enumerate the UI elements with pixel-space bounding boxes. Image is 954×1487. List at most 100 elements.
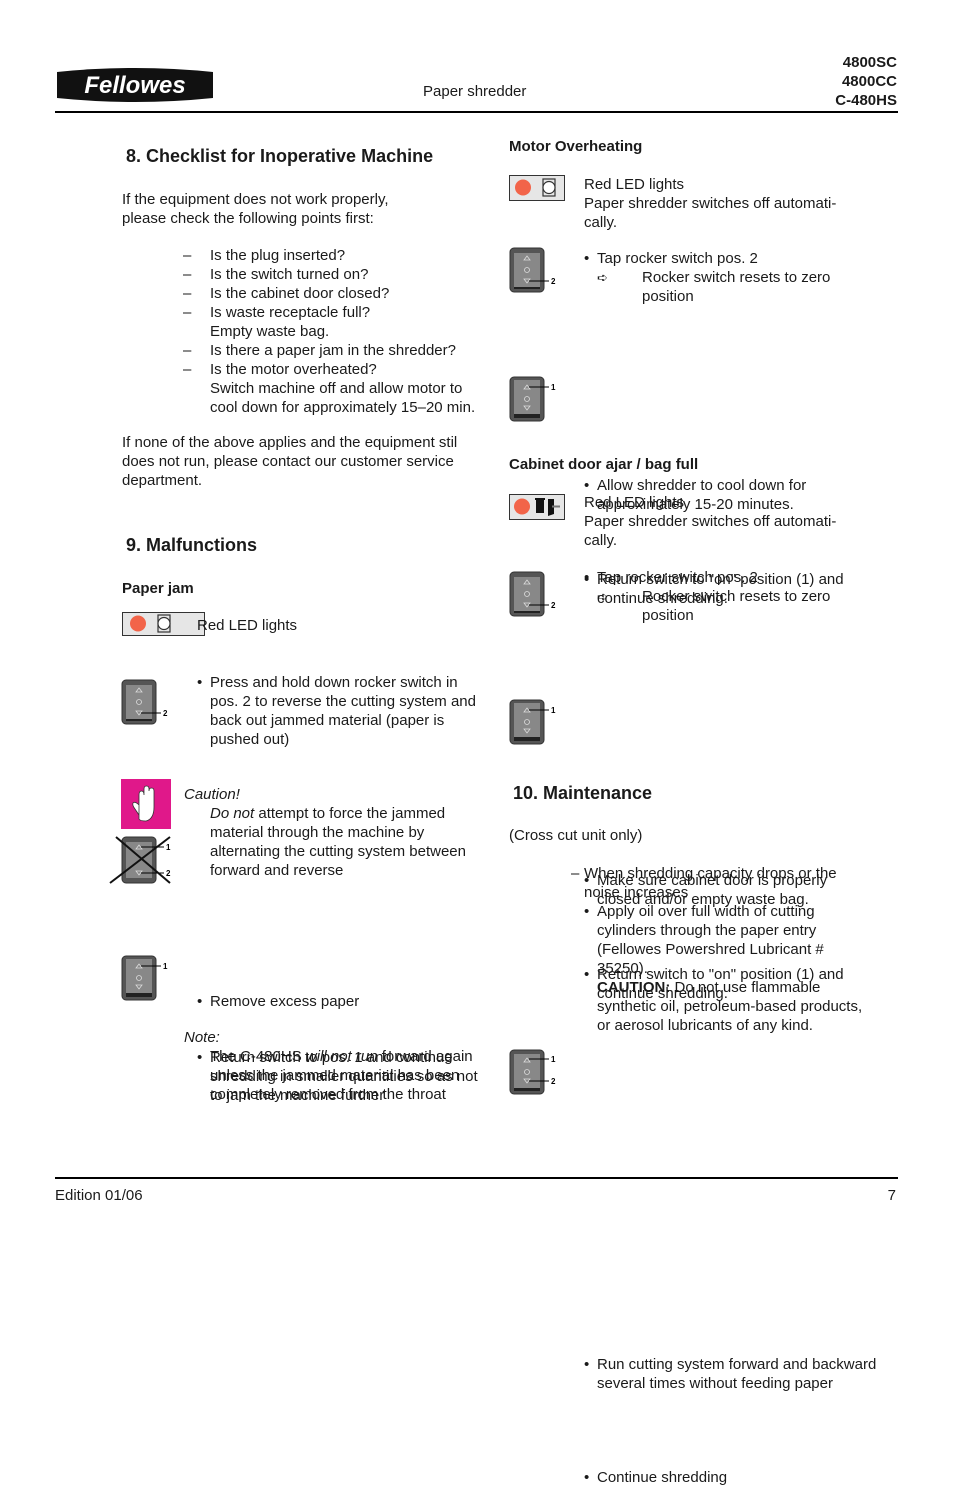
bullet: •: [197, 1049, 203, 1066]
dash: –: [183, 304, 192, 321]
caution-emphasis: Do not: [210, 805, 255, 822]
checklist-item: – Is the plug inserted?: [183, 246, 493, 265]
checklist-text: Is the plug inserted?: [210, 247, 346, 264]
led-indicator-panel: [509, 494, 565, 520]
step-text: Tap rocker switch pos. 2: [597, 569, 758, 586]
led-status-text: Red LED lights: [197, 617, 298, 634]
maintenance-note: (Cross cut unit only): [509, 827, 643, 844]
step-text: Apply oil over full width of cutting cyl…: [597, 903, 824, 977]
dash: –: [183, 247, 192, 264]
fellowes-logo: Fellowes: [55, 66, 215, 104]
caution-text: Do not attempt to force the jammed mater…: [210, 804, 485, 880]
svg-text:1: 1: [551, 1055, 556, 1064]
checklist-item: – Is the motor overheated? Switch machine …: [183, 360, 493, 417]
maintenance-step-3: • Continue shredding: [584, 1468, 877, 1487]
led-indicator-panel: [122, 612, 205, 636]
checklist: – Is the plug inserted? – Is the switch tu…: [183, 246, 493, 417]
checklist-item: – Is there a paper jam in the shredder?: [183, 341, 493, 360]
bullet: •: [584, 1356, 590, 1373]
checklist-subtext: Empty waste bag.: [210, 323, 330, 340]
condition-text: When shredding capacity drops or the noi…: [584, 865, 837, 901]
section-8-outro: If none of the above applies and the equ…: [122, 434, 458, 489]
rocker-switch-pos2-icon: 2: [509, 571, 561, 622]
red-led-icon: [130, 615, 146, 632]
step-result: Rocker switch resets to zero position: [642, 269, 831, 305]
rocker-switch-pos2-icon: 2: [121, 679, 173, 730]
bullet: •: [584, 903, 590, 920]
footer-rule: [55, 1177, 898, 1179]
maintenance-condition: – When shredding capacity drops or the no…: [571, 864, 871, 1035]
svg-text:1: 1: [163, 962, 168, 971]
paper-jam-heading: Paper jam: [122, 580, 194, 597]
caution-hand-icon: [121, 779, 171, 829]
motor-overheating-heading: Motor Overheating: [509, 138, 643, 155]
caution-label: Caution!: [184, 786, 240, 803]
paper-jam-step-1: • Press and hold down rocker switch in po…: [197, 673, 490, 749]
rocker-switch-pos2-icon: 2: [509, 247, 561, 298]
red-led-icon: [515, 179, 531, 196]
svg-text:2: 2: [551, 277, 556, 286]
step-text: Remove excess paper: [210, 993, 360, 1010]
edition-label: Edition 01/06: [55, 1187, 143, 1204]
rocker-switch-pos1-icon: 1: [121, 955, 173, 1006]
led-line-1: Red LED lights: [584, 494, 685, 511]
checklist-item: – Is waste receptacle full? Empty waste ba…: [183, 303, 493, 341]
dash: –: [571, 865, 580, 882]
model-name: C-480HS: [835, 92, 897, 109]
motor-led-text: Red LED lights Paper shredder switches o…: [584, 175, 864, 232]
maintenance-step-2: • Run cutting system forward and backward…: [584, 1355, 892, 1393]
model-list: 4800SC 4800CC C-480HS: [835, 53, 897, 110]
caution-label: CAUTION:: [597, 979, 671, 996]
checklist-text: Is the motor overheated?: [210, 361, 377, 378]
dash: –: [183, 361, 192, 378]
motor-step-1: • Tap rocker switch pos. 2 ➪ Rocker switch…: [584, 249, 864, 306]
checklist-subtext: Switch machine off and allow motor to co…: [210, 380, 476, 416]
dash: –: [183, 285, 192, 302]
rocker-switch-pos1-icon: 1: [509, 376, 561, 427]
note-emphasis: will not run: [305, 1048, 378, 1065]
logo-text: Fellowes: [84, 72, 185, 99]
note-pre: The C-480HS: [210, 1048, 306, 1065]
dash: –: [183, 266, 192, 283]
arrow-right-icon: ➪: [597, 589, 608, 604]
note-text: The C-480HS will not run forward again u…: [210, 1047, 490, 1104]
rocker-switch-pos1-icon: 1: [509, 699, 561, 750]
cabinet-step-1: • Tap rocker switch pos. 2 ➪ Rocker switch…: [584, 568, 864, 625]
bullet: •: [197, 674, 203, 691]
led-line-1: Red LED lights: [584, 176, 685, 193]
svg-text:2: 2: [163, 709, 168, 718]
step-text: Tap rocker switch pos. 2: [597, 250, 758, 267]
svg-text:1: 1: [551, 706, 556, 715]
waste-bin-icon: [536, 500, 544, 513]
step-text: Run cutting system forward and backward …: [597, 1356, 877, 1392]
svg-text:1: 1: [166, 843, 171, 852]
led-line-2: Paper shredder switches off automati-cal…: [584, 195, 837, 231]
red-led-icon: [514, 498, 530, 515]
bullet: •: [584, 250, 590, 267]
page-number: 7: [887, 1187, 896, 1204]
cabinet-led-text: Red LED lights Paper shredder switches o…: [584, 493, 864, 550]
checklist-text: Is the switch turned on?: [210, 266, 369, 283]
bullet: •: [584, 569, 590, 586]
svg-text:2: 2: [166, 869, 171, 878]
bullet: •: [197, 993, 203, 1010]
dash: –: [183, 342, 192, 359]
svg-text:2: 2: [551, 1077, 556, 1086]
step-text: Continue shredding: [597, 1469, 728, 1486]
section-8-intro: If the equipment does not work properly,…: [122, 191, 389, 227]
checklist-item: – Is the switch turned on?: [183, 265, 493, 284]
led-indicator-panel: [509, 175, 565, 201]
model-name: 4800CC: [841, 73, 897, 90]
led-line-2: Paper shredder switches off automati-cal…: [584, 513, 837, 549]
cabinet-door-heading: Cabinet door ajar / bag full: [509, 456, 699, 473]
step-result: Rocker switch resets to zero position: [642, 588, 831, 624]
crossed-rocker-switch-icon: 1 2: [108, 835, 178, 892]
bullet: •: [584, 1469, 590, 1486]
step-text: Press and hold down rocker switch in pos…: [210, 674, 476, 748]
section-9-title: 9. Malfunctions: [126, 535, 258, 555]
section-8-title: 8. Checklist for Inoperative Machine: [126, 146, 434, 166]
paper-jam-step-2: • Remove excess paper: [197, 992, 490, 1011]
svg-text:2: 2: [551, 601, 556, 610]
note-label: Note:: [184, 1029, 220, 1046]
model-name: 4800SC: [842, 54, 897, 71]
